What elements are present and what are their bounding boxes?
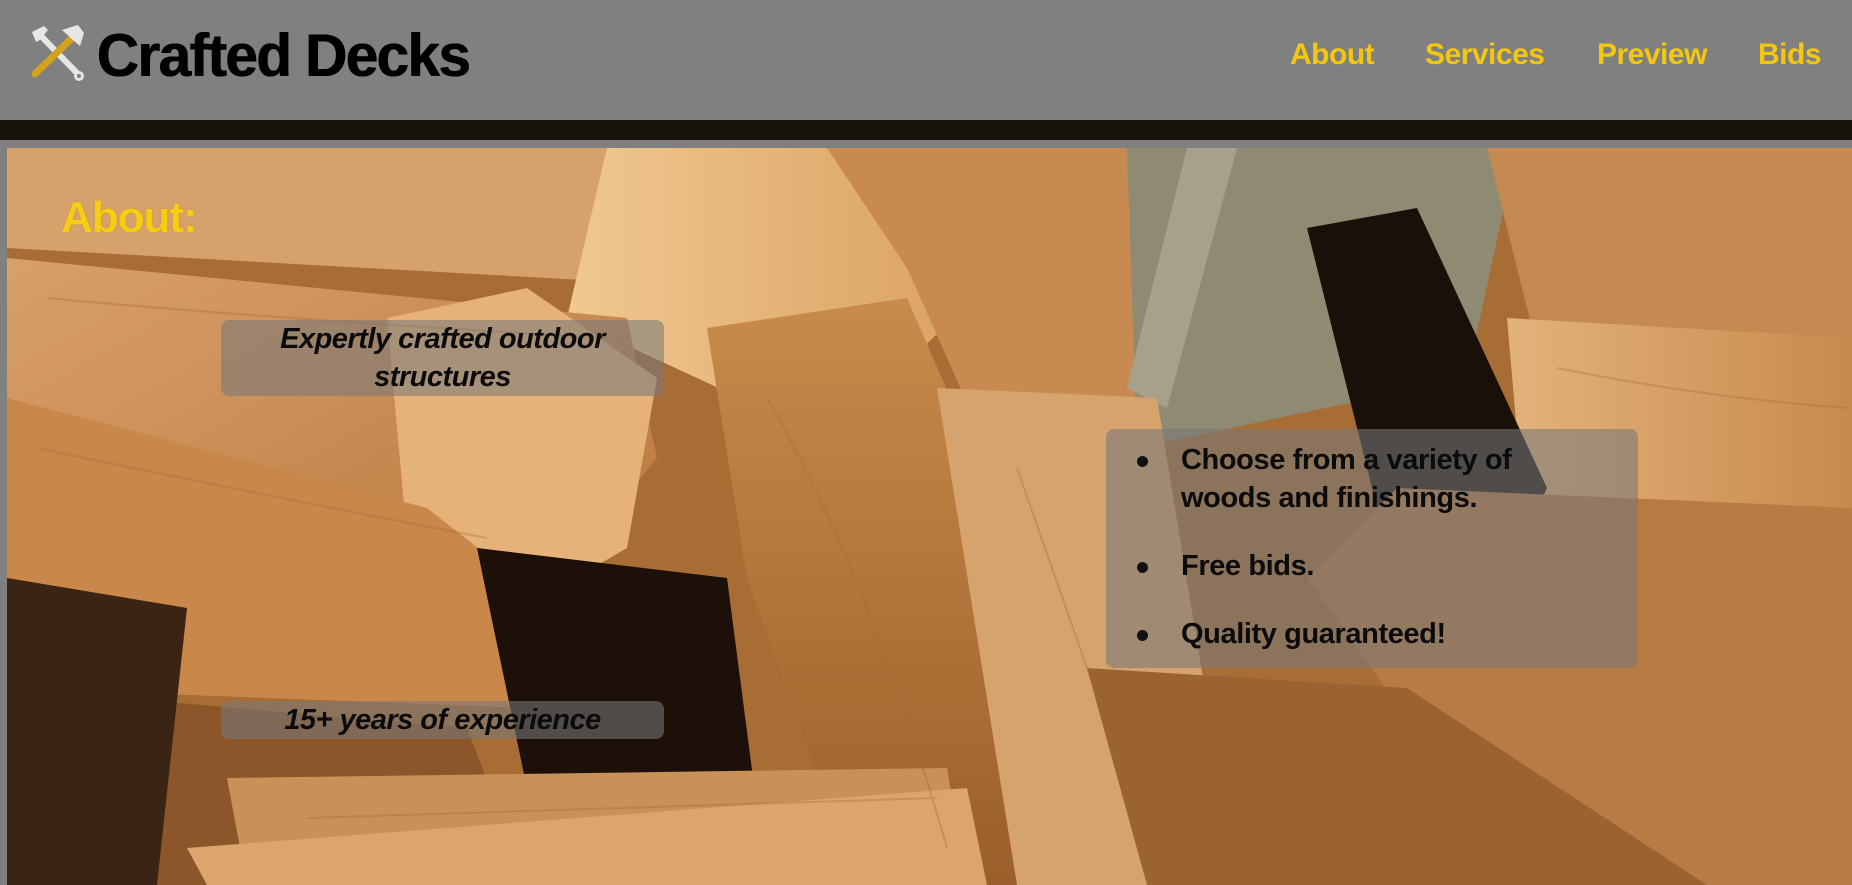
experience-text: 15+ years of experience bbox=[284, 704, 601, 736]
feature-item: Free bids. bbox=[1106, 547, 1638, 585]
nav-preview[interactable]: Preview bbox=[1597, 32, 1707, 78]
site-header: Crafted Decks About Services Preview Bid… bbox=[0, 0, 1852, 120]
feature-text: Choose from a variety of woods and finis… bbox=[1181, 444, 1512, 514]
bullet-icon bbox=[1137, 630, 1148, 641]
feature-text: Quality guaranteed! bbox=[1181, 618, 1446, 650]
feature-item: Choose from a variety of woods and finis… bbox=[1106, 441, 1638, 517]
tagline-text: Expertly crafted outdoor structures bbox=[280, 323, 605, 393]
nav-bids[interactable]: Bids bbox=[1758, 32, 1822, 78]
main-nav: About Services Preview Bids bbox=[0, 32, 1852, 78]
bullet-icon bbox=[1137, 456, 1148, 467]
about-heading: About: bbox=[61, 193, 198, 242]
features-panel: Choose from a variety of woods and finis… bbox=[1106, 429, 1638, 668]
features-list: Choose from a variety of woods and finis… bbox=[1106, 441, 1638, 653]
tagline-panel: Expertly crafted outdoor structures bbox=[221, 320, 664, 396]
experience-panel: 15+ years of experience bbox=[221, 701, 664, 739]
feature-text: Free bids. bbox=[1181, 550, 1314, 582]
bullet-icon bbox=[1137, 562, 1148, 573]
nav-about[interactable]: About bbox=[1290, 32, 1375, 78]
nav-services[interactable]: Services bbox=[1425, 32, 1545, 78]
feature-item: Quality guaranteed! bbox=[1106, 615, 1638, 653]
about-section: About: Expertly crafted outdoor structur… bbox=[7, 148, 1852, 885]
header-divider bbox=[0, 120, 1852, 140]
